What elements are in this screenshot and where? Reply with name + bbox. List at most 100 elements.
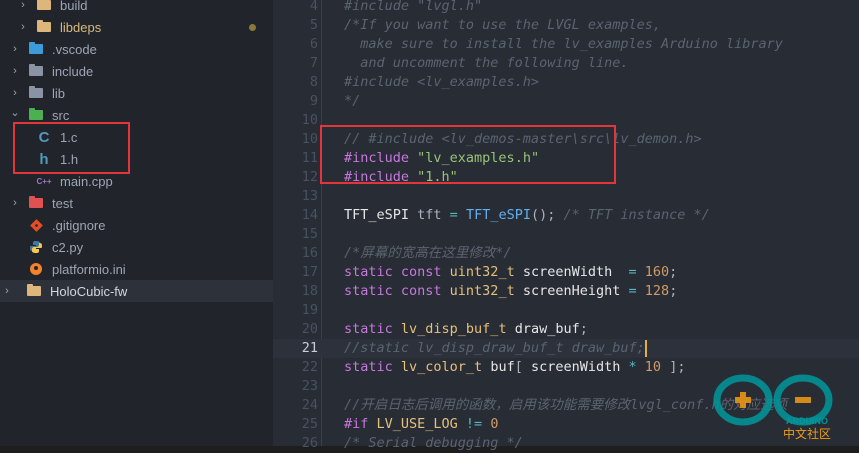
line-number: 10 [301,112,318,128]
chevron-right-icon[interactable]: › [0,285,14,297]
code-line[interactable]: #include "lvgl.h" [344,0,482,16]
code-token: static [344,359,401,375]
code-line[interactable]: static const uint32_t screenWidth = 160; [344,263,677,282]
folder-icon [36,0,52,13]
line-number: 17 [301,264,318,280]
line-number: 14 [301,207,318,223]
code-token: draw_buf [514,321,580,337]
line-number: 16 [301,245,318,261]
code-line[interactable]: and uncomment the following line. [344,54,628,73]
chevron-down-icon[interactable]: ⌄ [8,106,22,119]
code-token: #include <lv_examples.h> [344,74,540,90]
code-line[interactable]: TFT_eSPI tft = TFT_eSPI(); /* TFT instan… [344,206,710,225]
h-file-icon: h [39,150,49,168]
git-icon [28,217,44,233]
tree-item-label: .vscode [52,41,97,57]
tree-item-label: build [60,0,88,13]
tree-item-label: src [52,107,70,123]
tree-item-label: platformio.ini [52,261,126,277]
code-line[interactable]: make sure to install the lv_examples Ard… [344,35,783,54]
code-line[interactable]: static const uint32_t screenHeight = 128… [344,282,677,301]
code-token: = [449,207,458,223]
code-token: "lv_examples.h" [417,150,540,166]
code-token: (); [530,207,564,223]
tree-item-holocubic-fw[interactable]: › HoloCubic-fw [0,280,273,302]
tree-item-build[interactable]: › build [0,0,273,16]
code-line[interactable]: #include <lv_examples.h> [344,73,539,92]
code-token: 128 [644,283,670,299]
file-explorer: › build › libdeps › .vscode › include › lib ⌄ src C 1… [0,0,273,446]
tree-item-c2-py[interactable]: c2.py [0,236,273,258]
tree-item-label: libdeps [60,19,102,35]
code-line[interactable]: #include "lv_examples.h" [344,149,539,168]
modified-dot [249,23,256,31]
tree-item-include[interactable]: › include [0,60,273,82]
tree-item-main-cpp[interactable]: C++ main.cpp [0,170,273,192]
line-number: 20 [301,321,318,337]
code-token: 10 [644,359,662,375]
code-token: //static lv_disp_draw_buf_t draw_buf; [344,340,645,356]
code-token: 0 [490,416,499,432]
tree-item-label: 1.h [60,151,79,167]
code-token: 160 [644,264,670,280]
code-token: /*If you want to use the LVGL examples, [344,17,661,33]
lib-folder-icon [28,85,44,101]
tree-item-1-h[interactable]: h 1.h [0,148,273,170]
folder-icon [36,19,52,35]
code-token: TFT_eSPI [465,207,531,223]
code-token: LV_USE_LOG [376,416,466,432]
include-folder-icon [28,63,44,79]
line-number: 13 [301,188,318,204]
folder-icon [26,283,42,299]
tree-item-vscode[interactable]: › .vscode [0,38,273,60]
line-number: 26 [301,435,318,451]
code-token: [ [514,359,531,375]
chevron-right-icon[interactable]: › [8,87,22,99]
src-folder-icon [28,107,44,123]
code-line[interactable]: #include "1.h" [344,168,458,187]
c-file-icon: C [38,128,50,146]
tree-item-1-c[interactable]: C 1.c [0,126,273,148]
code-line[interactable]: /* Serial debugging */ [344,434,523,453]
code-line[interactable]: #if LV_USE_LOG != 0 [344,415,498,434]
code-line[interactable]: */ [344,92,360,111]
chevron-right-icon[interactable]: › [8,65,22,77]
line-number: 24 [301,397,318,413]
code-token: lv_color_t [400,359,491,375]
chevron-right-icon[interactable]: › [16,0,30,11]
chevron-right-icon[interactable]: › [8,197,22,209]
code-token: ; [579,321,588,337]
tree-item-platformio-ini[interactable]: platformio.ini [0,258,273,280]
code-line[interactable]: static lv_disp_buf_t draw_buf; [344,320,588,339]
python-icon [28,239,44,255]
code-line[interactable]: //static lv_disp_draw_buf_t draw_buf; [344,339,645,358]
code-token: /* Serial debugging */ [344,435,523,451]
tree-item-gitignore[interactable]: .gitignore [0,214,273,236]
code-token: uint32_t [449,283,523,299]
line-number: 8 [309,74,318,90]
code-line[interactable]: /*If you want to use the LVGL examples, [344,16,661,35]
chevron-right-icon[interactable]: › [8,43,22,55]
tree-item-test[interactable]: › test [0,192,273,214]
code-line[interactable]: static lv_color_t buf[ screenWidth * 10 … [344,358,685,377]
code-token: static [344,321,401,337]
tree-item-src[interactable]: ⌄ src [0,104,273,126]
code-token: ]; [661,359,686,375]
tree-item-label: 1.c [60,129,78,145]
tree-item-lib[interactable]: › lib [0,82,273,104]
code-token: #if [344,416,377,432]
tree-item-libdeps[interactable]: › libdeps [0,16,273,38]
code-token: ; [669,283,678,299]
code-token: screenWidth [522,264,613,280]
chevron-right-icon[interactable]: › [16,21,30,33]
code-line[interactable]: /*屏幕的宽高在这里修改*/ [344,244,512,263]
tree-item-label: .gitignore [52,217,106,233]
line-number: 18 [301,283,318,299]
code-token: */ [344,93,361,109]
code-line[interactable]: // #include <lv_demos-master\src\lv_demo… [344,130,702,149]
line-number: 23 [301,378,318,394]
code-token: TFT_eSPI [344,207,410,223]
